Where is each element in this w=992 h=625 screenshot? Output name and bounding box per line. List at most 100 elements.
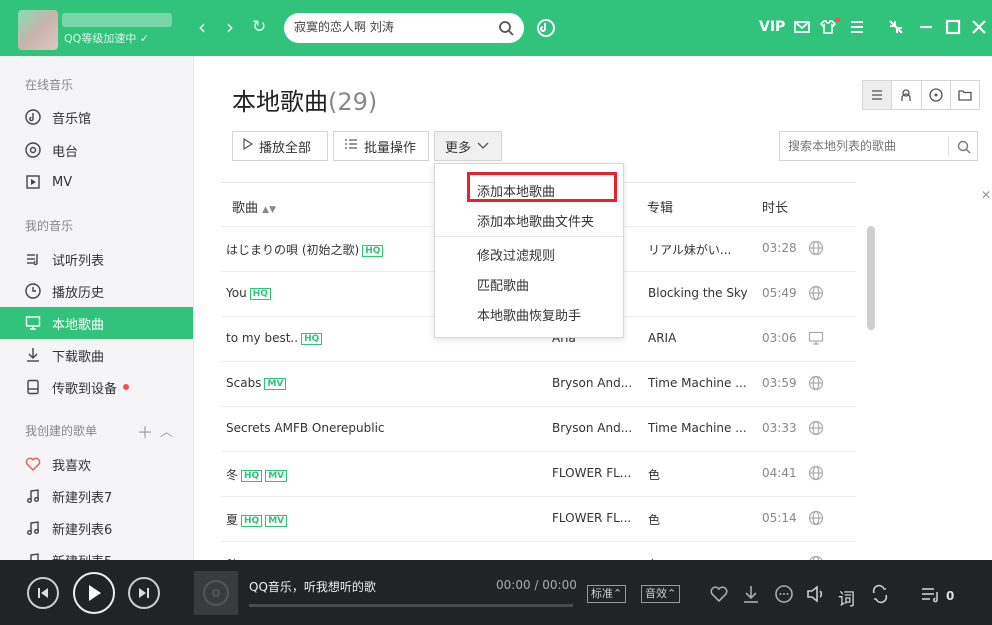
monitor-icon[interactable]: [808, 330, 824, 346]
table-row[interactable]: 冬 HQ MV FLOWER FL... 色 04:41: [221, 451, 856, 496]
globe-icon[interactable]: [808, 465, 824, 481]
sidebar-item-label: 下载歌曲: [52, 349, 105, 365]
sort-icon[interactable]: ▲▼: [262, 205, 276, 215]
refresh-icon[interactable]: ↻: [252, 16, 266, 38]
globe-icon[interactable]: [808, 510, 824, 526]
sidebar-item-label: 新建列表5: [52, 551, 112, 561]
mini-mode-icon[interactable]: [887, 18, 905, 36]
section-my-music: 我的音乐: [25, 219, 74, 233]
mv-badge[interactable]: MV: [265, 515, 288, 527]
sidebar-item-label: 播放历史: [52, 285, 105, 301]
skin-shirt-icon[interactable]: [819, 18, 837, 36]
vip-button[interactable]: VIP: [759, 19, 785, 35]
menu-item-add-local-folder[interactable]: 添加本地歌曲文件夹: [477, 211, 594, 230]
mail-icon[interactable]: [793, 18, 811, 36]
album-cover[interactable]: [194, 571, 238, 615]
column-album[interactable]: 专辑: [647, 197, 673, 216]
scrollbar[interactable]: [867, 226, 875, 330]
sidebar-item-playlist-6[interactable]: 新建列表6: [0, 512, 193, 544]
song-album[interactable]: 色: [648, 511, 753, 528]
next-button[interactable]: [128, 577, 160, 609]
song-artist[interactable]: Bryson And...: [552, 376, 637, 390]
volume-icon[interactable]: [805, 584, 825, 604]
column-duration[interactable]: 时长: [762, 197, 788, 216]
song-album[interactable]: 色: [648, 466, 753, 483]
minimize-icon[interactable]: [917, 18, 935, 36]
previous-button[interactable]: [27, 577, 59, 609]
folder-view-icon[interactable]: [951, 81, 979, 109]
download-icon[interactable]: [741, 584, 761, 604]
globe-icon[interactable]: [808, 420, 824, 436]
local-search-input[interactable]: [788, 139, 948, 153]
globe-icon[interactable]: [808, 240, 824, 256]
search-icon[interactable]: [498, 20, 514, 36]
globe-icon[interactable]: [808, 375, 824, 391]
forward-icon[interactable]: ›: [226, 16, 234, 38]
close-icon[interactable]: [970, 18, 988, 36]
sidebar-item-mv[interactable]: MV: [0, 166, 193, 198]
sidebar-item-playlist-5[interactable]: 新建列表5: [0, 544, 193, 561]
song-album[interactable]: ARIA: [648, 331, 753, 345]
search-input[interactable]: [294, 19, 494, 33]
singer-view-icon[interactable]: [892, 81, 922, 109]
sidebar-item-favorites[interactable]: 我喜欢: [0, 448, 193, 480]
sidebar-item-transfer-device[interactable]: 传歌到设备: [0, 371, 193, 403]
song-artist[interactable]: Bryson And...: [552, 421, 637, 435]
more-button[interactable]: 更多: [434, 131, 502, 161]
table-row[interactable]: Scabs MV Bryson And... Time Machine ... 03:5…: [221, 361, 856, 406]
song-album[interactable]: Blocking the Sky: [648, 286, 753, 300]
collapse-icon[interactable]: ︿: [160, 421, 173, 440]
sidebar-item-trial-list[interactable]: 试听列表: [0, 243, 193, 275]
add-playlist-icon[interactable]: ＋: [137, 419, 153, 443]
sidebar-item-label: 试听列表: [52, 253, 105, 269]
back-icon[interactable]: ‹: [198, 16, 206, 38]
like-icon[interactable]: [709, 584, 729, 604]
globe-icon[interactable]: [808, 285, 824, 301]
play-all-button[interactable]: 播放全部: [232, 131, 328, 161]
batch-label: 批量操作: [364, 140, 417, 156]
more-options-icon[interactable]: [774, 584, 794, 604]
menu-item-restore-helper[interactable]: 本地歌曲恢复助手: [477, 305, 581, 324]
maximize-icon[interactable]: [944, 18, 962, 36]
chevron-down-icon: [477, 139, 489, 154]
progress-bar[interactable]: [249, 604, 573, 607]
music-recognition-icon[interactable]: [536, 18, 556, 38]
repeat-icon[interactable]: [870, 584, 890, 604]
sidebar-item-playlist-7[interactable]: 新建列表7: [0, 480, 193, 512]
sidebar-item-music-hall[interactable]: 音乐馆: [0, 101, 193, 133]
menu-item-match-songs[interactable]: 匹配歌曲: [477, 275, 529, 294]
music-note-icon: [24, 551, 42, 560]
sidebar-item-history[interactable]: 播放历史: [0, 275, 193, 307]
song-duration: 05:14: [762, 511, 797, 525]
close-icon[interactable]: ✕: [981, 188, 991, 202]
song-album[interactable]: Time Machine ...: [648, 421, 753, 435]
search-icon[interactable]: [957, 140, 971, 154]
menu-item-edit-filter[interactable]: 修改过滤规则: [477, 245, 555, 264]
lyrics-button[interactable]: 词: [838, 585, 858, 610]
menu-icon[interactable]: [848, 18, 866, 36]
song-album[interactable]: Time Machine ...: [648, 376, 753, 390]
user-profile[interactable]: QQ等级加速中 ✓: [18, 10, 178, 50]
sidebar-item-downloads[interactable]: 下载歌曲: [0, 339, 193, 371]
global-search[interactable]: [284, 13, 524, 43]
sound-effect-button[interactable]: 音效⌃: [641, 585, 681, 603]
avatar[interactable]: [18, 10, 58, 50]
song-artist[interactable]: FLOWER FL...: [552, 511, 637, 525]
mv-badge[interactable]: MV: [264, 378, 287, 390]
play-button[interactable]: [73, 572, 115, 614]
table-row[interactable]: Secrets AMFB Onerepublic Bryson And... Tim…: [221, 406, 856, 451]
play-queue-icon[interactable]: [920, 584, 940, 604]
list-view-icon[interactable]: [863, 81, 893, 109]
album-view-icon[interactable]: [922, 81, 951, 109]
song-artist[interactable]: FLOWER FL...: [552, 466, 637, 480]
sidebar-item-local-songs[interactable]: 本地歌曲: [0, 307, 193, 339]
song-album[interactable]: リアル妹がい...: [648, 241, 753, 258]
table-row[interactable]: 夏 HQ MV FLOWER FL... 色 05:14: [221, 496, 856, 541]
song-title: 冬 HQ MV: [226, 466, 288, 483]
batch-operation-button[interactable]: 批量操作: [333, 131, 429, 161]
quality-button[interactable]: 标准⌃: [587, 585, 627, 603]
mv-badge[interactable]: MV: [265, 470, 288, 482]
column-song[interactable]: 歌曲 ▲▼: [232, 197, 276, 216]
sidebar-item-radio[interactable]: 电台: [0, 134, 193, 166]
local-search-box[interactable]: [779, 131, 978, 161]
